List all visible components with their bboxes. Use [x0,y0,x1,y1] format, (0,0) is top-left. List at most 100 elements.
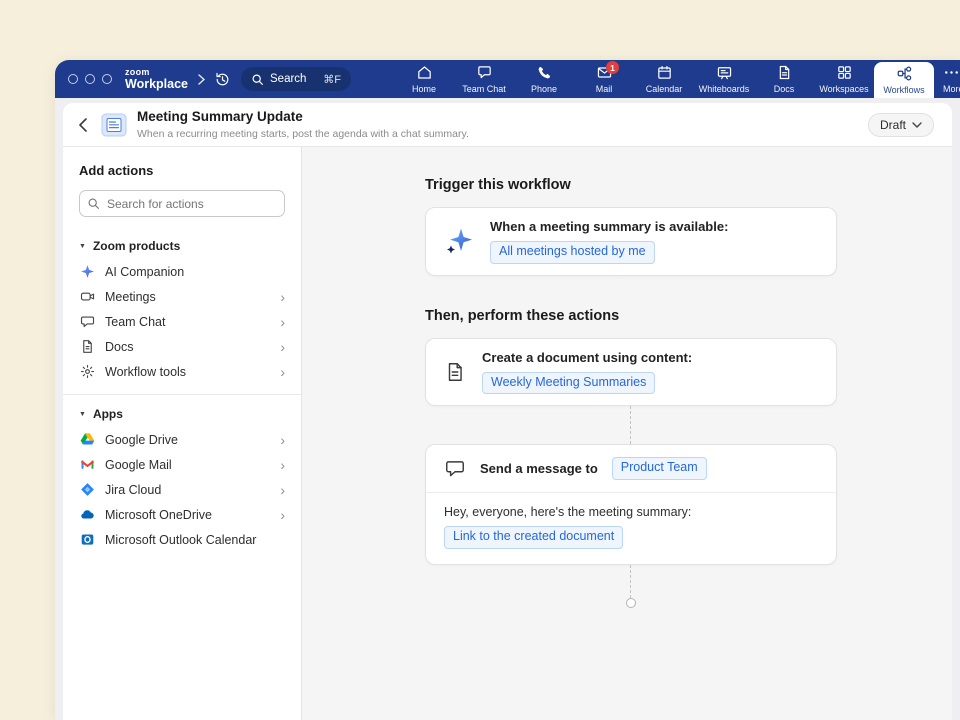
top-navbar: zoom Workplace Search ⌘F Home T [55,60,960,98]
nav-tabs: Home Team Chat Phone Mail 1 Calendar [394,60,960,98]
dashed-connector [630,406,631,444]
chevron-right-icon [198,74,205,85]
chat-bubble-icon [444,458,466,480]
search-label: Search [270,73,306,85]
document-icon [79,339,95,354]
zoom-workplace-logo: zoom Workplace [125,68,188,91]
tab-mail[interactable]: Mail 1 [574,60,634,98]
docs-icon [776,64,793,81]
recipient-chip[interactable]: Product Team [612,457,707,480]
document-content-chip[interactable]: Weekly Meeting Summaries [482,372,655,395]
dashed-connector [630,565,631,598]
send-message-header: Send a message to Product Team [426,445,836,493]
video-camera-icon [79,289,95,304]
history-button[interactable] [214,71,231,88]
window-zoom-button[interactable] [102,74,112,84]
tab-whiteboards[interactable]: Whiteboards [694,60,754,98]
search-icon [251,73,264,86]
calendar-icon [656,64,673,81]
message-body: Hey, everyone, here's the meeting summar… [426,493,836,564]
tab-team-chat[interactable]: Team Chat [454,60,514,98]
section-zoom-products[interactable]: ▼ Zoom products [79,233,285,259]
sidebar-item-team-chat[interactable]: Team Chat › [79,309,285,334]
sidebar-item-google-mail[interactable]: Google Mail › [79,452,285,477]
workflow-title: Meeting Summary Update [137,109,469,125]
sidebar-item-meetings[interactable]: Meetings › [79,284,285,309]
sidebar-divider [63,394,301,395]
nav-collapse-chevron[interactable] [198,74,205,85]
team-chat-icon [476,64,493,81]
trigger-text: When a meeting summary is available: [490,219,728,234]
tab-workspaces[interactable]: Workspaces [814,60,874,98]
chevron-right-icon: › [280,290,285,304]
ai-sparkle-icon [79,264,95,279]
create-document-content: Create a document using content: Weekly … [482,350,692,395]
document-link-chip[interactable]: Link to the created document [444,526,623,549]
workflow-canvas: Trigger this workflow When a meeting sum… [302,147,952,720]
tab-phone[interactable]: Phone [514,60,574,98]
content-area: Meeting Summary Update When a recurring … [55,98,960,720]
chevron-right-icon: › [280,433,285,447]
whiteboard-icon [716,64,733,81]
home-icon [416,64,433,81]
gear-icon [79,364,95,379]
search-icon [87,197,100,210]
actions-search [79,190,285,217]
tab-home[interactable]: Home [394,60,454,98]
chevron-down-icon [912,122,922,128]
triangle-down-icon: ▼ [79,243,86,250]
workflows-icon [896,65,913,82]
window-controls [68,74,112,84]
send-message-card[interactable]: Send a message to Product Team Hey, ever… [425,444,837,564]
trigger-card-content: When a meeting summary is available: All… [490,219,728,264]
actions-sidebar: Add actions ▼ Zoom products AI Companion [63,147,302,720]
create-document-card[interactable]: Create a document using content: Weekly … [425,338,837,407]
triangle-down-icon: ▼ [79,411,86,418]
workspaces-icon [836,64,853,81]
message-body-text: Hey, everyone, here's the meeting summar… [444,505,818,519]
tab-calendar[interactable]: Calendar [634,60,694,98]
chat-bubble-icon [79,314,95,329]
status-dropdown[interactable]: Draft [868,113,934,137]
tab-more[interactable]: More [934,60,960,98]
jira-icon [79,482,95,497]
window-minimize-button[interactable] [85,74,95,84]
sidebar-item-microsoft-outlook-calendar[interactable]: Microsoft Outlook Calendar [79,527,285,552]
document-icon [444,361,466,383]
sidebar-item-microsoft-onedrive[interactable]: Microsoft OneDrive › [79,502,285,527]
section-apps[interactable]: ▼ Apps [79,401,285,427]
mail-badge: 1 [606,61,619,74]
gmail-icon [79,457,95,472]
workflow-end-node [626,598,636,608]
trigger-heading: Trigger this workflow [425,177,837,193]
chevron-right-icon: › [280,458,285,472]
google-drive-icon [79,432,95,447]
more-icon [943,64,960,81]
sidebar-heading: Add actions [79,163,285,178]
sidebar-item-jira-cloud[interactable]: Jira Cloud › [79,477,285,502]
trigger-card[interactable]: When a meeting summary is available: All… [425,207,837,276]
onedrive-icon [79,507,95,522]
sidebar-item-docs[interactable]: Docs › [79,334,285,359]
chevron-right-icon: › [280,365,285,379]
chevron-left-icon [79,118,87,132]
trigger-scope-chip[interactable]: All meetings hosted by me [490,241,655,264]
sidebar-item-ai-companion[interactable]: AI Companion [79,259,285,284]
sidebar-item-workflow-tools[interactable]: Workflow tools › [79,359,285,384]
history-icon [214,71,231,88]
chevron-right-icon: › [280,483,285,497]
tab-workflows[interactable]: Workflows [874,62,934,98]
send-message-text: Send a message to [480,461,598,476]
actions-search-input[interactable] [79,190,285,217]
workflow-header: Meeting Summary Update When a recurring … [63,103,952,147]
workflow-icon [101,112,127,138]
back-button[interactable] [79,118,87,132]
search-shortcut: ⌘F [323,73,341,86]
status-label: Draft [880,118,906,132]
outlook-calendar-icon [79,532,95,547]
tab-docs[interactable]: Docs [754,60,814,98]
window-close-button[interactable] [68,74,78,84]
global-search[interactable]: Search ⌘F [241,67,351,91]
sidebar-item-google-drive[interactable]: Google Drive › [79,427,285,452]
phone-icon [536,64,553,81]
